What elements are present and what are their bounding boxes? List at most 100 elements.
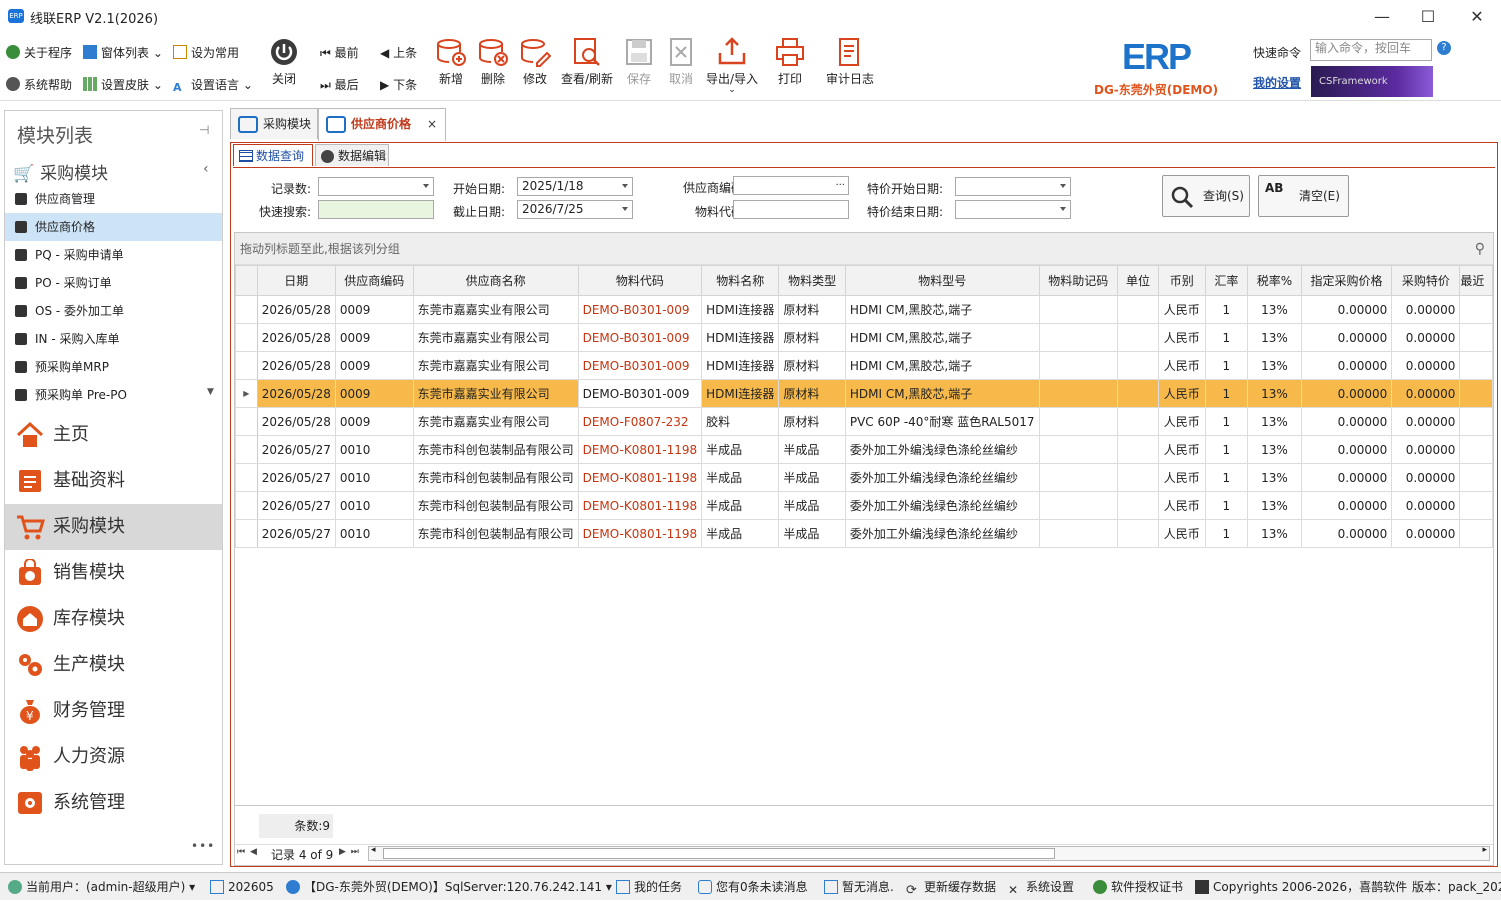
cell-unit[interactable] <box>1117 463 1159 492</box>
cancel-button[interactable]: 取消 <box>653 37 709 87</box>
cell-material-type[interactable]: 原材料 <box>778 351 846 380</box>
row-indicator[interactable] <box>235 407 258 436</box>
cell-specified-price[interactable]: 0.00000 <box>1300 435 1393 464</box>
cell-special-price[interactable]: 0.00000 <box>1391 379 1461 408</box>
row-indicator[interactable] <box>235 519 258 548</box>
cell-material-model[interactable]: HDMI CM,黑胶芯,端子 <box>844 379 1040 408</box>
help-button[interactable]: 系统帮助 <box>6 77 72 93</box>
cell-material-mnemonic[interactable] <box>1038 295 1119 324</box>
cell-tax-rate[interactable]: 13% <box>1247 323 1302 352</box>
next-record-button[interactable]: ▶ 下条 <box>380 77 417 93</box>
cell-specified-price[interactable]: 0.00000 <box>1300 323 1393 352</box>
column-header-recent[interactable]: 最近 <box>1459 265 1493 296</box>
cell-material-name[interactable]: HDMI连接器 <box>701 379 780 408</box>
cell-material-mnemonic[interactable] <box>1038 407 1119 436</box>
cell-material-model[interactable]: HDMI CM,黑胶芯,端子 <box>844 351 1040 380</box>
cell-supplier-name[interactable]: 东莞市嘉嘉实业有限公司 <box>412 407 579 436</box>
cell-material-type[interactable]: 半成品 <box>778 519 846 548</box>
cell-exchange-rate[interactable]: 1 <box>1204 519 1249 548</box>
column-header-supplier-name[interactable]: 供应商名称 <box>412 265 579 296</box>
more-icon[interactable]: ••• <box>191 839 215 853</box>
nav-pre-purchase-mrp[interactable]: 预采购单MRP <box>5 353 222 381</box>
nav-outsource-order[interactable]: OS - 委外加工单 <box>5 297 222 325</box>
cell-unit[interactable] <box>1117 435 1159 464</box>
row-indicator[interactable] <box>235 463 258 492</box>
cell-unit[interactable] <box>1117 491 1159 520</box>
cell-recent[interactable] <box>1459 519 1493 548</box>
nav-supplier-price[interactable]: 供应商价格 <box>5 213 222 241</box>
cell-material-mnemonic[interactable] <box>1038 463 1119 492</box>
cell-currency[interactable]: 人民币 <box>1157 351 1206 380</box>
module-hr[interactable]: 人力资源 <box>5 734 222 780</box>
cell-exchange-rate[interactable]: 1 <box>1204 463 1249 492</box>
cell-material-code[interactable]: DEMO-B0301-009 <box>577 295 703 324</box>
cell-currency[interactable]: 人民币 <box>1157 407 1206 436</box>
license-certificate[interactable]: 软件授权证书 <box>1093 873 1183 901</box>
end-date-picker[interactable]: 2026/7/25 <box>517 200 633 219</box>
cell-recent[interactable] <box>1459 323 1493 352</box>
cell-material-type[interactable]: 半成品 <box>778 463 846 492</box>
cell-specified-price[interactable]: 0.00000 <box>1300 463 1393 492</box>
nav-purchase-request[interactable]: PQ - 采购申请单 <box>5 241 222 269</box>
cell-supplier-name[interactable]: 东莞市科创包装制品有限公司 <box>412 435 579 464</box>
table-row[interactable]: 2026/05/28 0009 东莞市嘉嘉实业有限公司 DEMO-B0301-009 H… <box>235 295 1493 324</box>
my-settings-link[interactable]: 我的设置 <box>1253 74 1301 91</box>
scrollbar-thumb[interactable] <box>383 848 1055 859</box>
cell-material-name[interactable]: HDMI连接器 <box>701 351 780 380</box>
column-header-unit[interactable]: 单位 <box>1117 265 1159 296</box>
close-icon[interactable]: ✕ <box>1454 0 1500 33</box>
special-end-date-picker[interactable] <box>955 200 1071 219</box>
cell-material-code[interactable]: DEMO-K0801-1198 <box>577 435 703 464</box>
cell-special-price[interactable]: 0.00000 <box>1391 407 1461 436</box>
view-refresh-button[interactable]: 查看/刷新 <box>559 37 615 87</box>
help-icon[interactable]: ? <box>1437 41 1451 55</box>
window-list-button[interactable]: 窗体列表 ⌄ <box>83 45 163 61</box>
cell-supplier-name[interactable]: 东莞市嘉嘉实业有限公司 <box>412 351 579 380</box>
module-basic-data[interactable]: 基础资料 <box>5 458 222 504</box>
clear-button[interactable]: AB 清空(E) <box>1258 175 1349 217</box>
minimize-icon[interactable]: — <box>1359 0 1405 33</box>
column-header-special-price[interactable]: 采购特价 <box>1391 265 1461 296</box>
cell-exchange-rate[interactable]: 1 <box>1204 295 1249 324</box>
cell-supplier-code[interactable]: 0009 <box>334 295 414 324</box>
material-code-input[interactable] <box>733 200 849 219</box>
cell-special-price[interactable]: 0.00000 <box>1391 351 1461 380</box>
cell-material-code[interactable]: DEMO-F0807-232 <box>577 407 703 436</box>
column-header-exchange-rate[interactable]: 汇率 <box>1204 265 1249 296</box>
tab-data-query[interactable]: 数据查询 <box>233 144 313 166</box>
cell-date[interactable]: 2026/05/28 <box>256 379 336 408</box>
column-header-date[interactable]: 日期 <box>256 265 336 296</box>
cell-tax-rate[interactable]: 13% <box>1247 379 1302 408</box>
cell-material-mnemonic[interactable] <box>1038 491 1119 520</box>
cell-material-type[interactable]: 半成品 <box>778 435 846 464</box>
cell-material-type[interactable]: 半成品 <box>778 491 846 520</box>
scroll-right-icon[interactable]: ▸ <box>1482 845 1487 855</box>
cell-exchange-rate[interactable]: 1 <box>1204 351 1249 380</box>
cell-date[interactable]: 2026/05/28 <box>256 323 336 352</box>
quick-command-input[interactable]: 输入命令，按回车 <box>1310 39 1432 61</box>
cell-unit[interactable] <box>1117 407 1159 436</box>
column-header-specified-price[interactable]: 指定采购价格 <box>1300 265 1393 296</box>
cell-unit[interactable] <box>1117 351 1159 380</box>
cell-currency[interactable]: 人民币 <box>1157 323 1206 352</box>
cell-material-code[interactable]: DEMO-K0801-1198 <box>577 519 703 548</box>
column-header-material-name[interactable]: 物料名称 <box>701 265 780 296</box>
column-header-supplier-code[interactable]: 供应商编码 <box>334 265 414 296</box>
cell-material-name[interactable]: 半成品 <box>701 491 780 520</box>
cell-material-name[interactable]: 半成品 <box>701 463 780 492</box>
prev-record-button[interactable]: ◀ 上条 <box>380 45 417 61</box>
column-header-material-type[interactable]: 物料类型 <box>778 265 846 296</box>
cell-exchange-rate[interactable]: 1 <box>1204 435 1249 464</box>
start-date-picker[interactable]: 2025/1/18 <box>517 177 633 196</box>
cell-supplier-name[interactable]: 东莞市嘉嘉实业有限公司 <box>412 323 579 352</box>
cell-recent[interactable] <box>1459 295 1493 324</box>
cell-supplier-code[interactable]: 0010 <box>334 435 414 464</box>
row-indicator[interactable] <box>235 295 258 324</box>
table-row[interactable]: ▶ 2026/05/28 0009 东莞市嘉嘉实业有限公司 DEMO-B0301-009… <box>235 379 1493 408</box>
cell-supplier-name[interactable]: 东莞市科创包装制品有限公司 <box>412 491 579 520</box>
nav-supplier-management[interactable]: 供应商管理 <box>5 185 222 213</box>
cell-special-price[interactable]: 0.00000 <box>1391 323 1461 352</box>
cell-supplier-code[interactable]: 0009 <box>334 351 414 380</box>
cell-special-price[interactable]: 0.00000 <box>1391 463 1461 492</box>
audit-log-button[interactable]: 审计日志 <box>822 37 878 87</box>
